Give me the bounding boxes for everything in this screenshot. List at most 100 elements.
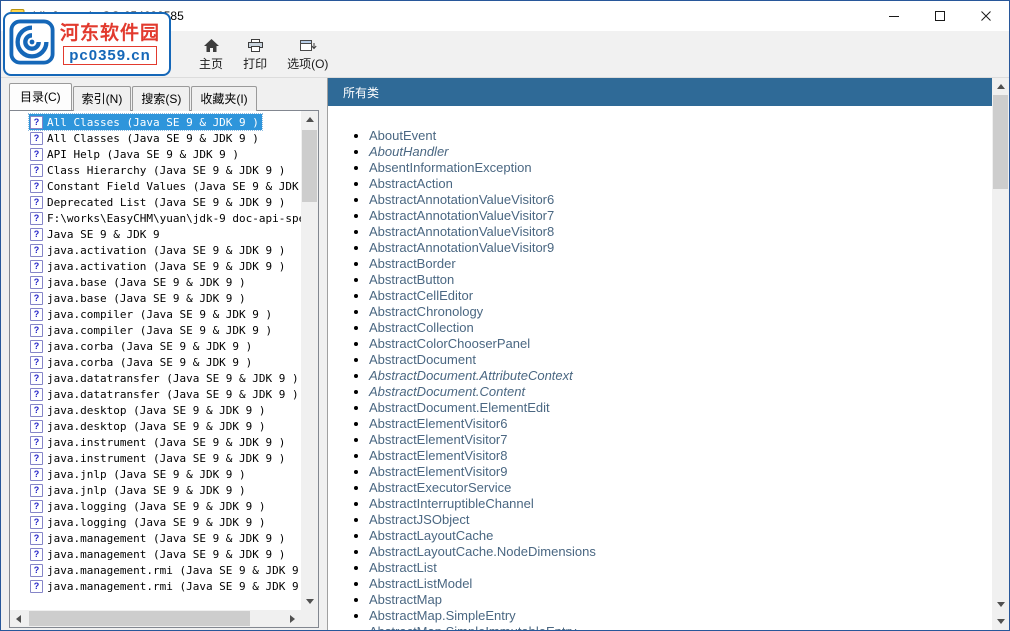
tab-favorites[interactable]: 收藏夹(I) bbox=[191, 86, 256, 111]
class-link[interactable]: AbstractDocument.ElementEdit bbox=[369, 400, 550, 415]
class-link[interactable]: AbstractCellEditor bbox=[369, 288, 473, 303]
tree-vertical-scrollbar[interactable] bbox=[301, 111, 318, 610]
frame-scroll-down-button[interactable] bbox=[992, 613, 1009, 630]
content-vertical-scrollbar[interactable] bbox=[992, 78, 1009, 630]
tree-vscroll-track[interactable] bbox=[301, 128, 318, 593]
class-link[interactable]: AbstractDocument bbox=[369, 352, 476, 367]
class-link[interactable]: AbstractElementVisitor6 bbox=[369, 416, 508, 431]
tab-contents[interactable]: 目录(C) bbox=[9, 83, 72, 110]
content-vscroll-thumb[interactable] bbox=[993, 95, 1008, 189]
tree-item[interactable]: ?java.instrument (Java SE 9 & JDK 9 ) bbox=[29, 434, 301, 450]
tree-item[interactable]: ?java.logging (Java SE 9 & JDK 9 ) bbox=[29, 514, 301, 530]
tree-item[interactable]: ?java.management (Java SE 9 & JDK 9 ) bbox=[29, 530, 301, 546]
tab-index[interactable]: 索引(N) bbox=[73, 86, 132, 111]
tree-scroll-right-button[interactable] bbox=[284, 610, 301, 627]
class-list-item: AbstractCellEditor bbox=[369, 288, 992, 304]
maximize-button[interactable] bbox=[917, 1, 963, 31]
tree-item[interactable]: ?All Classes (Java SE 9 & JDK 9 ) bbox=[29, 114, 301, 130]
class-list-item: AbstractExecutorService bbox=[369, 480, 992, 496]
class-link[interactable]: AbstractAnnotationValueVisitor8 bbox=[369, 224, 554, 239]
tree-horizontal-scrollbar[interactable] bbox=[10, 610, 301, 627]
tree-item[interactable]: ?java.activation (Java SE 9 & JDK 9 ) bbox=[29, 242, 301, 258]
class-link[interactable]: AbstractButton bbox=[369, 272, 454, 287]
class-link[interactable]: AbstractInterruptibleChannel bbox=[369, 496, 534, 511]
tab-search[interactable]: 搜索(S) bbox=[132, 86, 190, 111]
class-link[interactable]: AbstractColorChooserPanel bbox=[369, 336, 530, 351]
tree-item[interactable]: ?java.desktop (Java SE 9 & JDK 9 ) bbox=[29, 402, 301, 418]
tree-item[interactable]: ?java.compiler (Java SE 9 & JDK 9 ) bbox=[29, 306, 301, 322]
tree-item[interactable]: ?java.base (Java SE 9 & JDK 9 ) bbox=[29, 290, 301, 306]
class-link[interactable]: AbstractMap.SimpleEntry bbox=[369, 608, 516, 623]
tree-item[interactable]: ?java.corba (Java SE 9 & JDK 9 ) bbox=[29, 338, 301, 354]
topic-page-icon: ? bbox=[30, 148, 43, 161]
tree-scroll-up-button[interactable] bbox=[301, 111, 318, 128]
class-list-item: AbstractDocument.AttributeContext bbox=[369, 368, 992, 384]
class-link[interactable]: AbstractLayoutCache.NodeDimensions bbox=[369, 544, 596, 559]
tree-item[interactable]: ?java.management.rmi (Java SE 9 & JDK 9 … bbox=[29, 578, 301, 594]
class-link[interactable]: AbstractLayoutCache bbox=[369, 528, 493, 543]
options-button[interactable]: 选项(O) bbox=[277, 35, 338, 74]
tree-item[interactable]: ?java.jnlp (Java SE 9 & JDK 9 ) bbox=[29, 482, 301, 498]
class-list-item: AbstractMap bbox=[369, 592, 992, 608]
tree-hscroll-track[interactable] bbox=[27, 610, 284, 627]
tree-item[interactable]: ?Constant Field Values (Java SE 9 & JDK … bbox=[29, 178, 301, 194]
class-link[interactable]: AbstractAnnotationValueVisitor9 bbox=[369, 240, 554, 255]
content-scroll-down-button[interactable] bbox=[992, 596, 1009, 613]
tree-scroll-down-button[interactable] bbox=[301, 593, 318, 610]
topic-page-icon: ? bbox=[30, 548, 43, 561]
class-link[interactable]: AbstractChronology bbox=[369, 304, 483, 319]
tree-item[interactable]: ?java.desktop (Java SE 9 & JDK 9 ) bbox=[29, 418, 301, 434]
class-link[interactable]: AbstractMap.SimpleImmutableEntry bbox=[369, 624, 576, 630]
print-button[interactable]: 打印 bbox=[233, 35, 277, 74]
class-link[interactable]: AbstractAnnotationValueVisitor7 bbox=[369, 208, 554, 223]
class-list-item: AbstractDocument.ElementEdit bbox=[369, 400, 992, 416]
class-link[interactable]: AbstractElementVisitor8 bbox=[369, 448, 508, 463]
minimize-button[interactable] bbox=[871, 1, 917, 31]
tree-item[interactable]: ?java.management (Java SE 9 & JDK 9 ) bbox=[29, 546, 301, 562]
tree-scroll-left-button[interactable] bbox=[10, 610, 27, 627]
tree-item[interactable]: ?Java SE 9 & JDK 9 bbox=[29, 226, 301, 242]
topic-page-icon: ? bbox=[30, 564, 43, 577]
tree-item[interactable]: ?Class Hierarchy (Java SE 9 & JDK 9 ) bbox=[29, 162, 301, 178]
tree-item[interactable]: ?API Help (Java SE 9 & JDK 9 ) bbox=[29, 146, 301, 162]
topic-page-icon: ? bbox=[30, 308, 43, 321]
tree-item[interactable]: ?java.logging (Java SE 9 & JDK 9 ) bbox=[29, 498, 301, 514]
tree-item[interactable]: ?java.compiler (Java SE 9 & JDK 9 ) bbox=[29, 322, 301, 338]
class-link[interactable]: AbstractElementVisitor9 bbox=[369, 464, 508, 479]
class-link[interactable]: AbstractAction bbox=[369, 176, 453, 191]
class-link[interactable]: AbstractDocument.Content bbox=[369, 384, 525, 399]
tree-item-label: java.corba (Java SE 9 & JDK 9 ) bbox=[47, 340, 252, 353]
class-link[interactable]: AbstractExecutorService bbox=[369, 480, 511, 495]
tree-item[interactable]: ?Deprecated List (Java SE 9 & JDK 9 ) bbox=[29, 194, 301, 210]
tree-item[interactable]: ?java.base (Java SE 9 & JDK 9 ) bbox=[29, 274, 301, 290]
class-link[interactable]: AboutHandler bbox=[369, 144, 449, 159]
class-link[interactable]: AbstractMap bbox=[369, 592, 442, 607]
class-list-item: AbstractElementVisitor8 bbox=[369, 448, 992, 464]
home-button[interactable]: 主页 bbox=[189, 35, 233, 74]
tree-item[interactable]: ?java.datatransfer (Java SE 9 & JDK 9 ) bbox=[29, 386, 301, 402]
class-link[interactable]: AbstractElementVisitor7 bbox=[369, 432, 508, 447]
tree-item[interactable]: ?java.activation (Java SE 9 & JDK 9 ) bbox=[29, 258, 301, 274]
class-link[interactable]: AbsentInformationException bbox=[369, 160, 532, 175]
class-link[interactable]: AbstractAnnotationValueVisitor6 bbox=[369, 192, 554, 207]
class-link[interactable]: AbstractList bbox=[369, 560, 437, 575]
content-scroll-up-button[interactable] bbox=[992, 78, 1009, 95]
class-link[interactable]: AbstractDocument.AttributeContext bbox=[369, 368, 573, 383]
class-link[interactable]: AbstractListModel bbox=[369, 576, 472, 591]
class-link[interactable]: AboutEvent bbox=[369, 128, 436, 143]
tree-item[interactable]: ?All Classes (Java SE 9 & JDK 9 ) bbox=[29, 130, 301, 146]
class-link[interactable]: AbstractBorder bbox=[369, 256, 456, 271]
close-button[interactable] bbox=[963, 1, 1009, 31]
class-link[interactable]: AbstractJSObject bbox=[369, 512, 469, 527]
tree-vscroll-thumb[interactable] bbox=[302, 130, 317, 202]
tree-item[interactable]: ?java.datatransfer (Java SE 9 & JDK 9 ) bbox=[29, 370, 301, 386]
tree-item[interactable]: ?java.corba (Java SE 9 & JDK 9 ) bbox=[29, 354, 301, 370]
class-link[interactable]: AbstractCollection bbox=[369, 320, 474, 335]
tree-item-label: java.corba (Java SE 9 & JDK 9 ) bbox=[47, 356, 252, 369]
tree-item[interactable]: ?java.instrument (Java SE 9 & JDK 9 ) bbox=[29, 450, 301, 466]
tree-item[interactable]: ?java.jnlp (Java SE 9 & JDK 9 ) bbox=[29, 466, 301, 482]
tree-item[interactable]: ?java.management.rmi (Java SE 9 & JDK 9 … bbox=[29, 562, 301, 578]
tree-hscroll-thumb[interactable] bbox=[29, 611, 250, 626]
content-vscroll-track[interactable] bbox=[992, 95, 1009, 596]
tree-item[interactable]: ?F:\works\EasyCHM\yuan\jdk-9 doc-api-spe… bbox=[29, 210, 301, 226]
